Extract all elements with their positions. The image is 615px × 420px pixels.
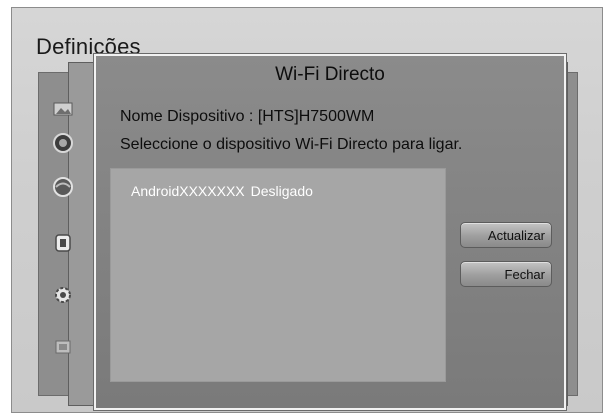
- gear-icon[interactable]: [52, 284, 74, 306]
- box-icon[interactable]: [52, 232, 74, 254]
- wifi-direct-dialog: Wi-Fi Directo Nome Dispositivo : [HTS]H7…: [94, 54, 566, 410]
- help-icon[interactable]: [52, 336, 74, 358]
- device-list: AndroidXXXXXXX Desligado: [110, 168, 446, 382]
- image-icon[interactable]: [52, 98, 74, 120]
- instruction-text: Seleccione o dispositivo Wi-Fi Directo p…: [120, 136, 463, 153]
- device-name-label: Nome Dispositivo : [HTS]H7500WM: [120, 108, 375, 125]
- device-status: Desligado: [250, 183, 313, 199]
- network-icon[interactable]: [52, 176, 74, 198]
- refresh-button[interactable]: Actualizar: [460, 222, 552, 248]
- globe-icon[interactable]: [52, 132, 74, 154]
- dialog-title: Wi-Fi Directo: [275, 64, 385, 85]
- device-name: AndroidXXXXXXX: [131, 183, 245, 199]
- device-list-item[interactable]: AndroidXXXXXXX Desligado: [131, 183, 313, 199]
- close-button[interactable]: Fechar: [460, 261, 552, 287]
